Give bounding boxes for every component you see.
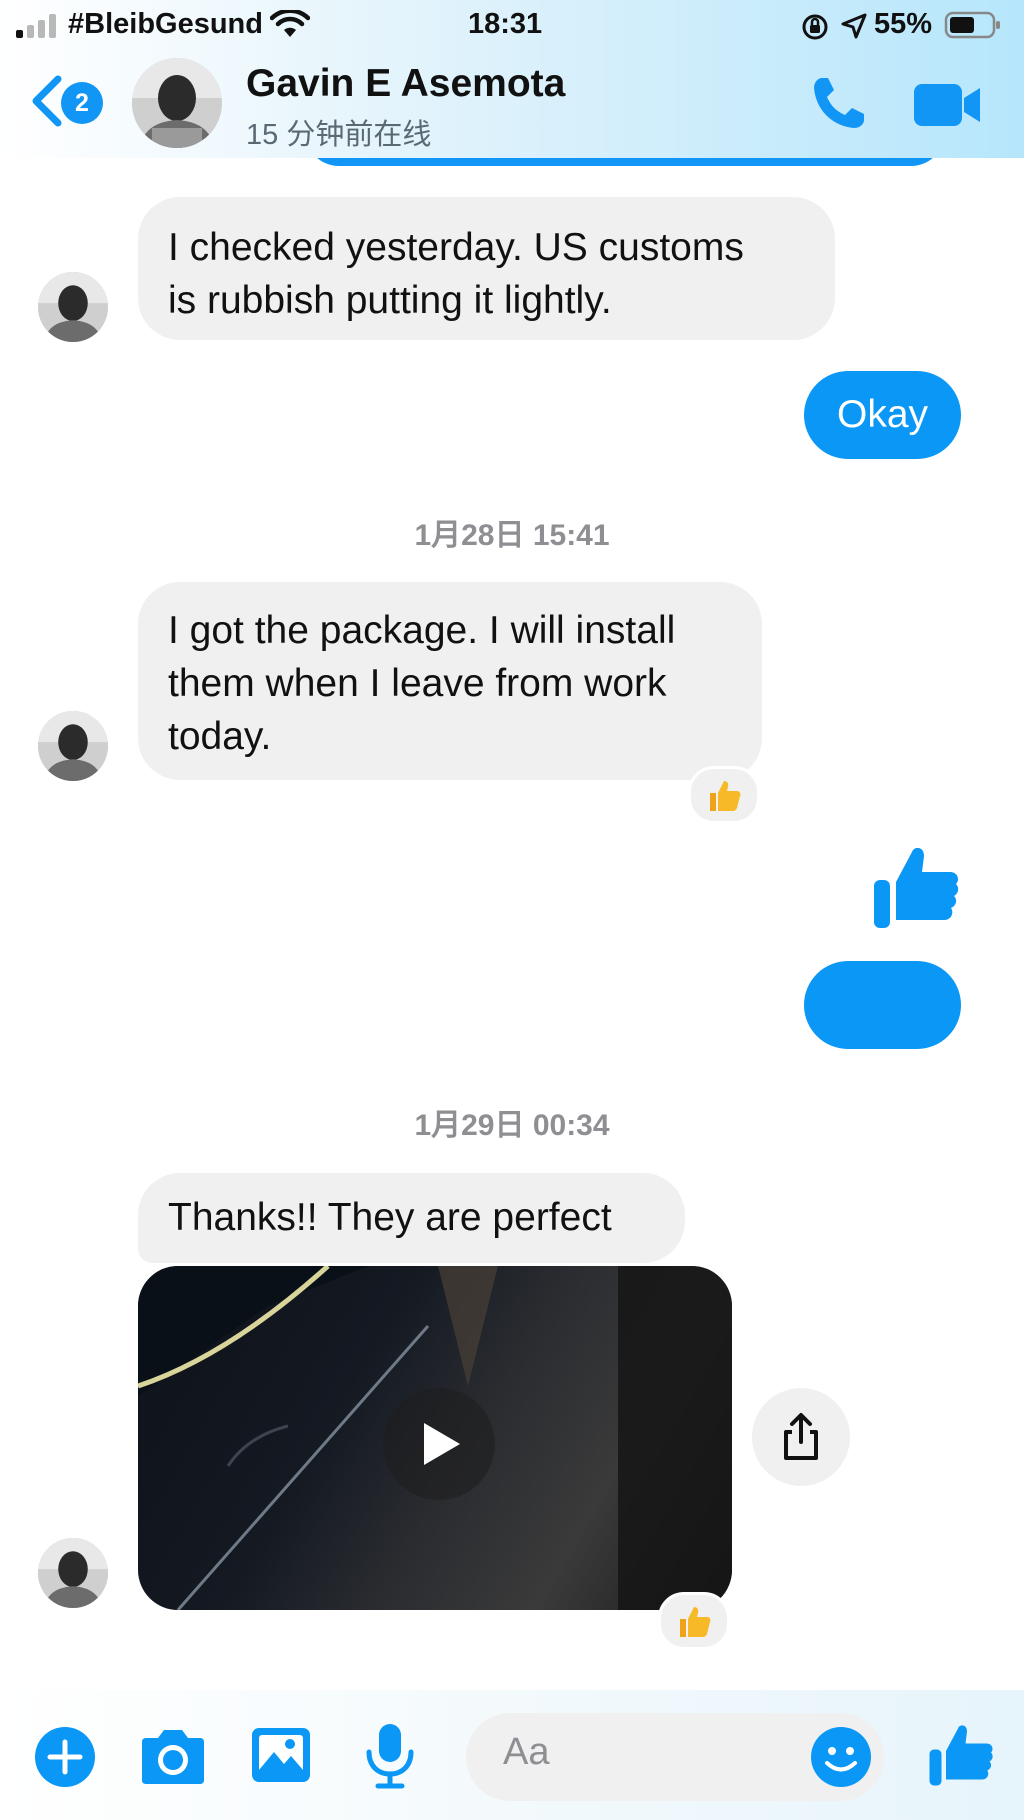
clock: 18:31 [468,8,543,40]
image-icon[interactable] [250,1724,312,1786]
outgoing-message-bubble[interactable]: Okay [804,371,961,459]
chat-header: #BleibGesund 18:31 55% 2 Gavin E Asemota… [0,0,1024,158]
wifi-icon [270,10,310,37]
like-sticker-icon[interactable] [872,842,960,930]
smile-icon[interactable] [810,1726,872,1788]
incoming-message-bubble[interactable]: I got the package. I will install them w… [138,582,762,780]
share-icon [784,1413,818,1460]
message-line: Thanks!! They are perfect [168,1196,612,1239]
sender-avatar[interactable] [38,1538,108,1608]
message-input-placeholder: Aa [503,1731,550,1773]
reaction-badge[interactable] [658,1592,730,1650]
sender-avatar[interactable] [38,711,108,781]
message-line: is rubbish putting it lightly. [168,279,612,322]
battery-icon [944,11,1000,39]
message-line: them when I leave from work [168,662,667,705]
unread-badge[interactable]: 2 [61,82,103,124]
message-line: I got the package. I will install [168,609,676,652]
orientation-lock-icon [802,14,828,40]
microphone-icon[interactable] [364,1722,416,1790]
thumbs-up-emoji-icon [680,1607,711,1637]
video-call-icon[interactable] [912,80,984,130]
share-button[interactable] [752,1388,850,1486]
message-line: I checked yesterday. US customs [168,226,744,269]
phone-call-icon[interactable] [808,72,870,134]
contact-name[interactable]: Gavin E Asemota [246,62,565,106]
play-icon [424,1423,460,1465]
incoming-message-bubble[interactable]: I checked yesterday. US customs is rubbi… [138,197,835,340]
play-button[interactable] [383,1388,495,1500]
sender-avatar[interactable] [38,272,108,342]
timestamp-divider: 1月29日 00:34 [414,1109,610,1142]
avatar-photo [132,58,222,148]
avatar-photo [38,1538,108,1608]
outgoing-message-bubble[interactable] [804,961,961,1049]
back-chevron-icon[interactable] [30,75,64,127]
plus-icon[interactable] [34,1726,96,1788]
camera-icon[interactable] [140,1724,206,1786]
avatar-photo [38,272,108,342]
like-icon[interactable] [928,1720,994,1788]
avatar-photo [38,711,108,781]
incoming-message-bubble[interactable]: Thanks!! They are perfect [138,1173,685,1263]
carrier-label: #BleibGesund [68,8,263,40]
thumbs-up-emoji-icon [710,781,741,811]
message-line: today. [168,715,272,758]
timestamp-divider: 1月28日 15:41 [414,519,610,552]
presence-status: 15 分钟前在线 [246,119,432,151]
contact-avatar[interactable] [132,58,222,148]
battery-percent: 55% [874,8,933,40]
reaction-badge[interactable] [688,766,760,824]
cellular-signal-icon [16,14,62,38]
location-arrow-icon [841,13,867,39]
